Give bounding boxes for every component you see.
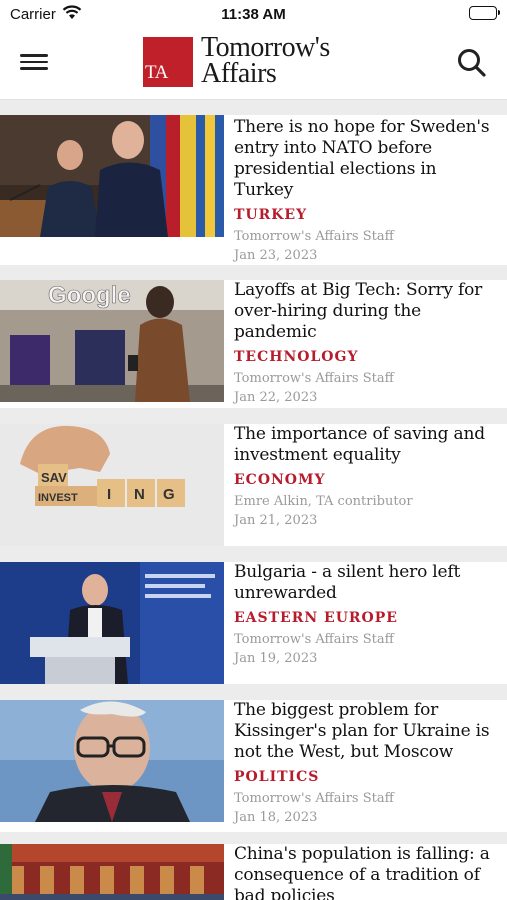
article-headline[interactable]: There is no hope for Sweden's entry into… (234, 117, 500, 201)
article-category[interactable]: EASTERN EUROPE (234, 610, 500, 626)
article-headline[interactable]: Layoffs at Big Tech: Sorry for over-hiri… (234, 280, 500, 343)
logo-line-2: Affairs (201, 58, 277, 89)
clock: 11:38 AM (221, 6, 286, 23)
article-thumbnail (0, 700, 224, 822)
article-thumbnail: SAV INVEST I N G (0, 424, 224, 546)
article-headline[interactable]: The importance of saving and investment … (234, 424, 500, 466)
article-date: Jan 23, 2023 (234, 248, 318, 263)
article-author: Tomorrow's Affairs Staff (234, 371, 394, 386)
status-bar: Carrier 11:38 AM (0, 0, 507, 30)
article-card[interactable]: There is no hope for Sweden's entry into… (0, 115, 507, 265)
cube-sav: SAV (41, 470, 67, 485)
article-author: Tomorrow's Affairs Staff (234, 229, 394, 244)
article-thumbnail (0, 844, 224, 900)
article-date: Jan 22, 2023 (234, 390, 318, 405)
article-category[interactable]: ECONOMY (234, 472, 500, 488)
article-thumbnail: Google (0, 280, 224, 402)
logo-wordmark: Tomorrow's Affairs (201, 34, 330, 89)
article-category[interactable]: POLITICS (234, 769, 500, 785)
article-thumbnail (0, 115, 224, 237)
article-headline[interactable]: Bulgaria - a silent hero left unrewarded (234, 562, 500, 604)
battery-icon (469, 6, 500, 20)
app-header: TA Tomorrow's Affairs (0, 30, 507, 100)
menu-button[interactable] (18, 50, 52, 80)
article-card[interactable]: Bulgaria - a silent hero left unrewarded… (0, 562, 507, 684)
search-icon (458, 49, 486, 77)
logo[interactable]: TA Tomorrow's Affairs (143, 34, 367, 89)
article-card[interactable]: Google Layoffs at Big Tech: Sorry for ov… (0, 280, 507, 408)
logo-initials: TA (145, 62, 168, 83)
article-date: Jan 21, 2023 (234, 513, 318, 528)
article-date: Jan 19, 2023 (234, 651, 318, 666)
article-feed[interactable]: There is no hope for Sweden's entry into… (0, 100, 507, 900)
google-sign: Google (48, 282, 131, 309)
article-category[interactable]: TURKEY (234, 207, 500, 223)
cube-i: I (107, 486, 111, 503)
article-category[interactable]: TECHNOLOGY (234, 349, 500, 365)
article-card[interactable]: China's population is falling: a consequ… (0, 844, 507, 900)
cube-invest: INVEST (38, 492, 78, 504)
article-author: Tomorrow's Affairs Staff (234, 632, 394, 647)
hamburger-icon (20, 54, 48, 57)
article-headline[interactable]: The biggest problem for Kissinger's plan… (234, 700, 500, 763)
article-card[interactable]: SAV INVEST I N G The importance of savin… (0, 424, 507, 546)
article-date: Jan 18, 2023 (234, 810, 318, 825)
logo-mark: TA (143, 37, 193, 87)
article-card[interactable]: The biggest problem for Kissinger's plan… (0, 700, 507, 832)
search-button[interactable] (455, 46, 489, 80)
cube-n: N (134, 486, 145, 503)
article-author: Tomorrow's Affairs Staff (234, 791, 394, 806)
cube-g: G (163, 486, 175, 503)
article-headline[interactable]: China's population is falling: a consequ… (234, 844, 500, 900)
article-thumbnail (0, 562, 224, 684)
article-author: Emre Alkin, TA contributor (234, 494, 413, 509)
